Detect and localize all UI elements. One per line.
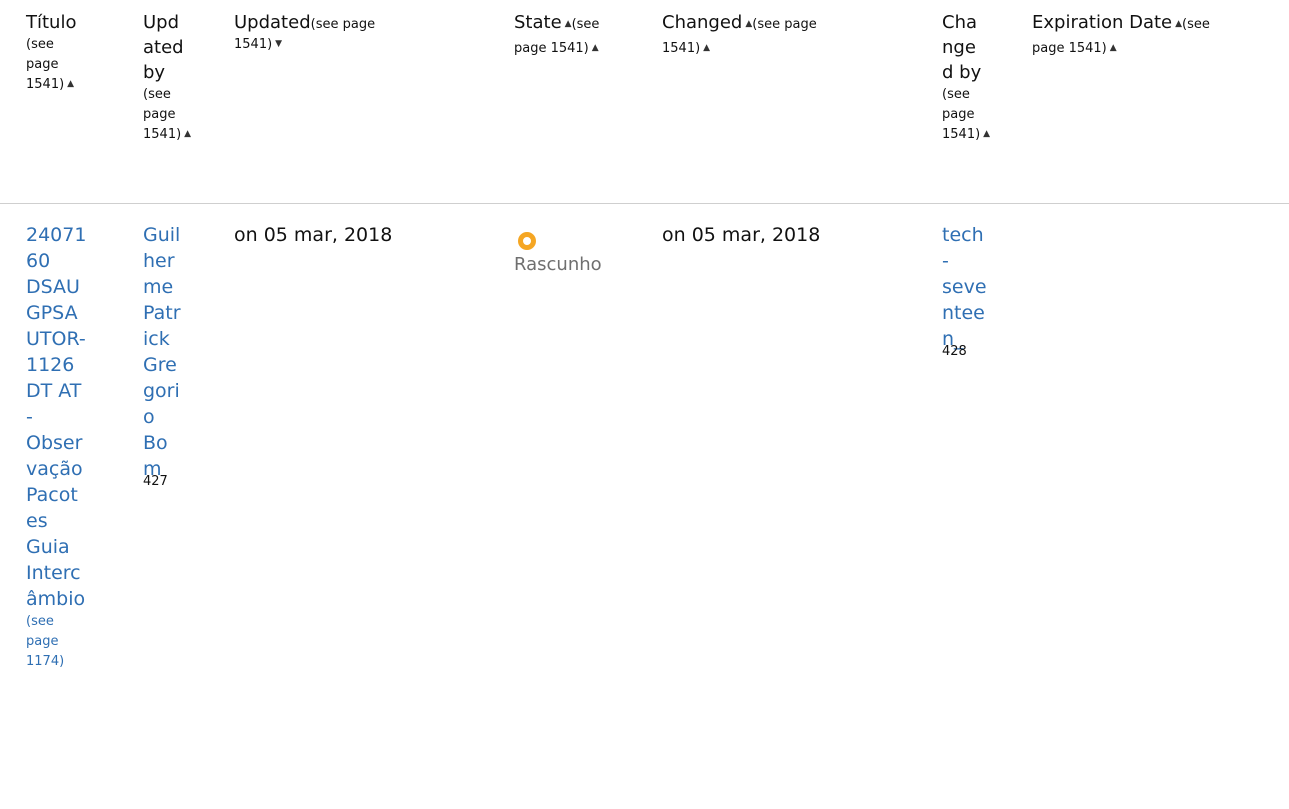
row-updated-by-link[interactable]: Guil her me Patr ick Gre gori o Bo m 427 (143, 222, 223, 488)
row-changed-by-link[interactable]: tech - seve ntee n_ 428 (942, 222, 1022, 358)
header-divider (0, 203, 1289, 204)
header-state-ref[interactable]: (see (572, 17, 600, 32)
header-expiration-ref[interactable]: (see (1182, 17, 1210, 32)
sort-asc-icon[interactable]: ▲ (983, 129, 990, 139)
header-updated-ref[interactable]: (see page (311, 17, 375, 32)
sort-asc-icon[interactable]: ▲ (184, 129, 191, 139)
header-updated[interactable]: Updated(see page 1541) ▼ (234, 10, 494, 56)
sort-desc-icon[interactable]: ▼ (275, 39, 282, 49)
sort-asc-icon[interactable]: ▲ (67, 79, 74, 89)
row-titulo-link[interactable]: 24071 60 DSAU GPSA UTOR- 1126 DT AT - Ob… (26, 222, 126, 672)
sort-asc-icon[interactable]: ▲ (1175, 19, 1182, 29)
state-dot-icon (518, 232, 536, 250)
sort-asc-icon[interactable]: ▲ (1110, 43, 1117, 53)
header-changed[interactable]: Changed ▲(see page 1541) ▲ (662, 10, 922, 60)
header-changed-by[interactable]: Cha nge d by (see page 1541) ▲ (942, 10, 1022, 146)
header-titulo[interactable]: Título (see page 1541) ▲ (26, 10, 116, 96)
header-updated-by-ref[interactable]: (see page 1541) ▲ (143, 85, 223, 146)
header-updated-by[interactable]: Upd ated by (see page 1541) ▲ (143, 10, 223, 146)
row-state: Rascunho (514, 254, 602, 275)
sort-asc-icon[interactable]: ▲ (565, 19, 572, 29)
header-titulo-ref[interactable]: (see page 1541) ▲ (26, 35, 116, 96)
row-changed: on 05 mar, 2018 (662, 224, 821, 246)
row-updated: on 05 mar, 2018 (234, 224, 393, 246)
header-titulo-label: Título (26, 12, 77, 33)
header-state[interactable]: State ▲(see page 1541) ▲ (514, 10, 654, 60)
header-changed-by-ref[interactable]: (see page 1541) ▲ (942, 85, 1022, 146)
titulo-ref-link[interactable]: (see (26, 612, 126, 632)
sort-asc-icon[interactable]: ▲ (592, 43, 599, 53)
header-expiration-date[interactable]: Expiration Date ▲(see page 1541) ▲ (1032, 10, 1282, 60)
sort-asc-icon[interactable]: ▲ (745, 19, 752, 29)
content-table: Título (see page 1541) ▲ Upd ated by (see… (0, 0, 1289, 809)
header-changed-ref[interactable]: (see page (752, 17, 816, 32)
sort-asc-icon[interactable]: ▲ (703, 43, 710, 53)
